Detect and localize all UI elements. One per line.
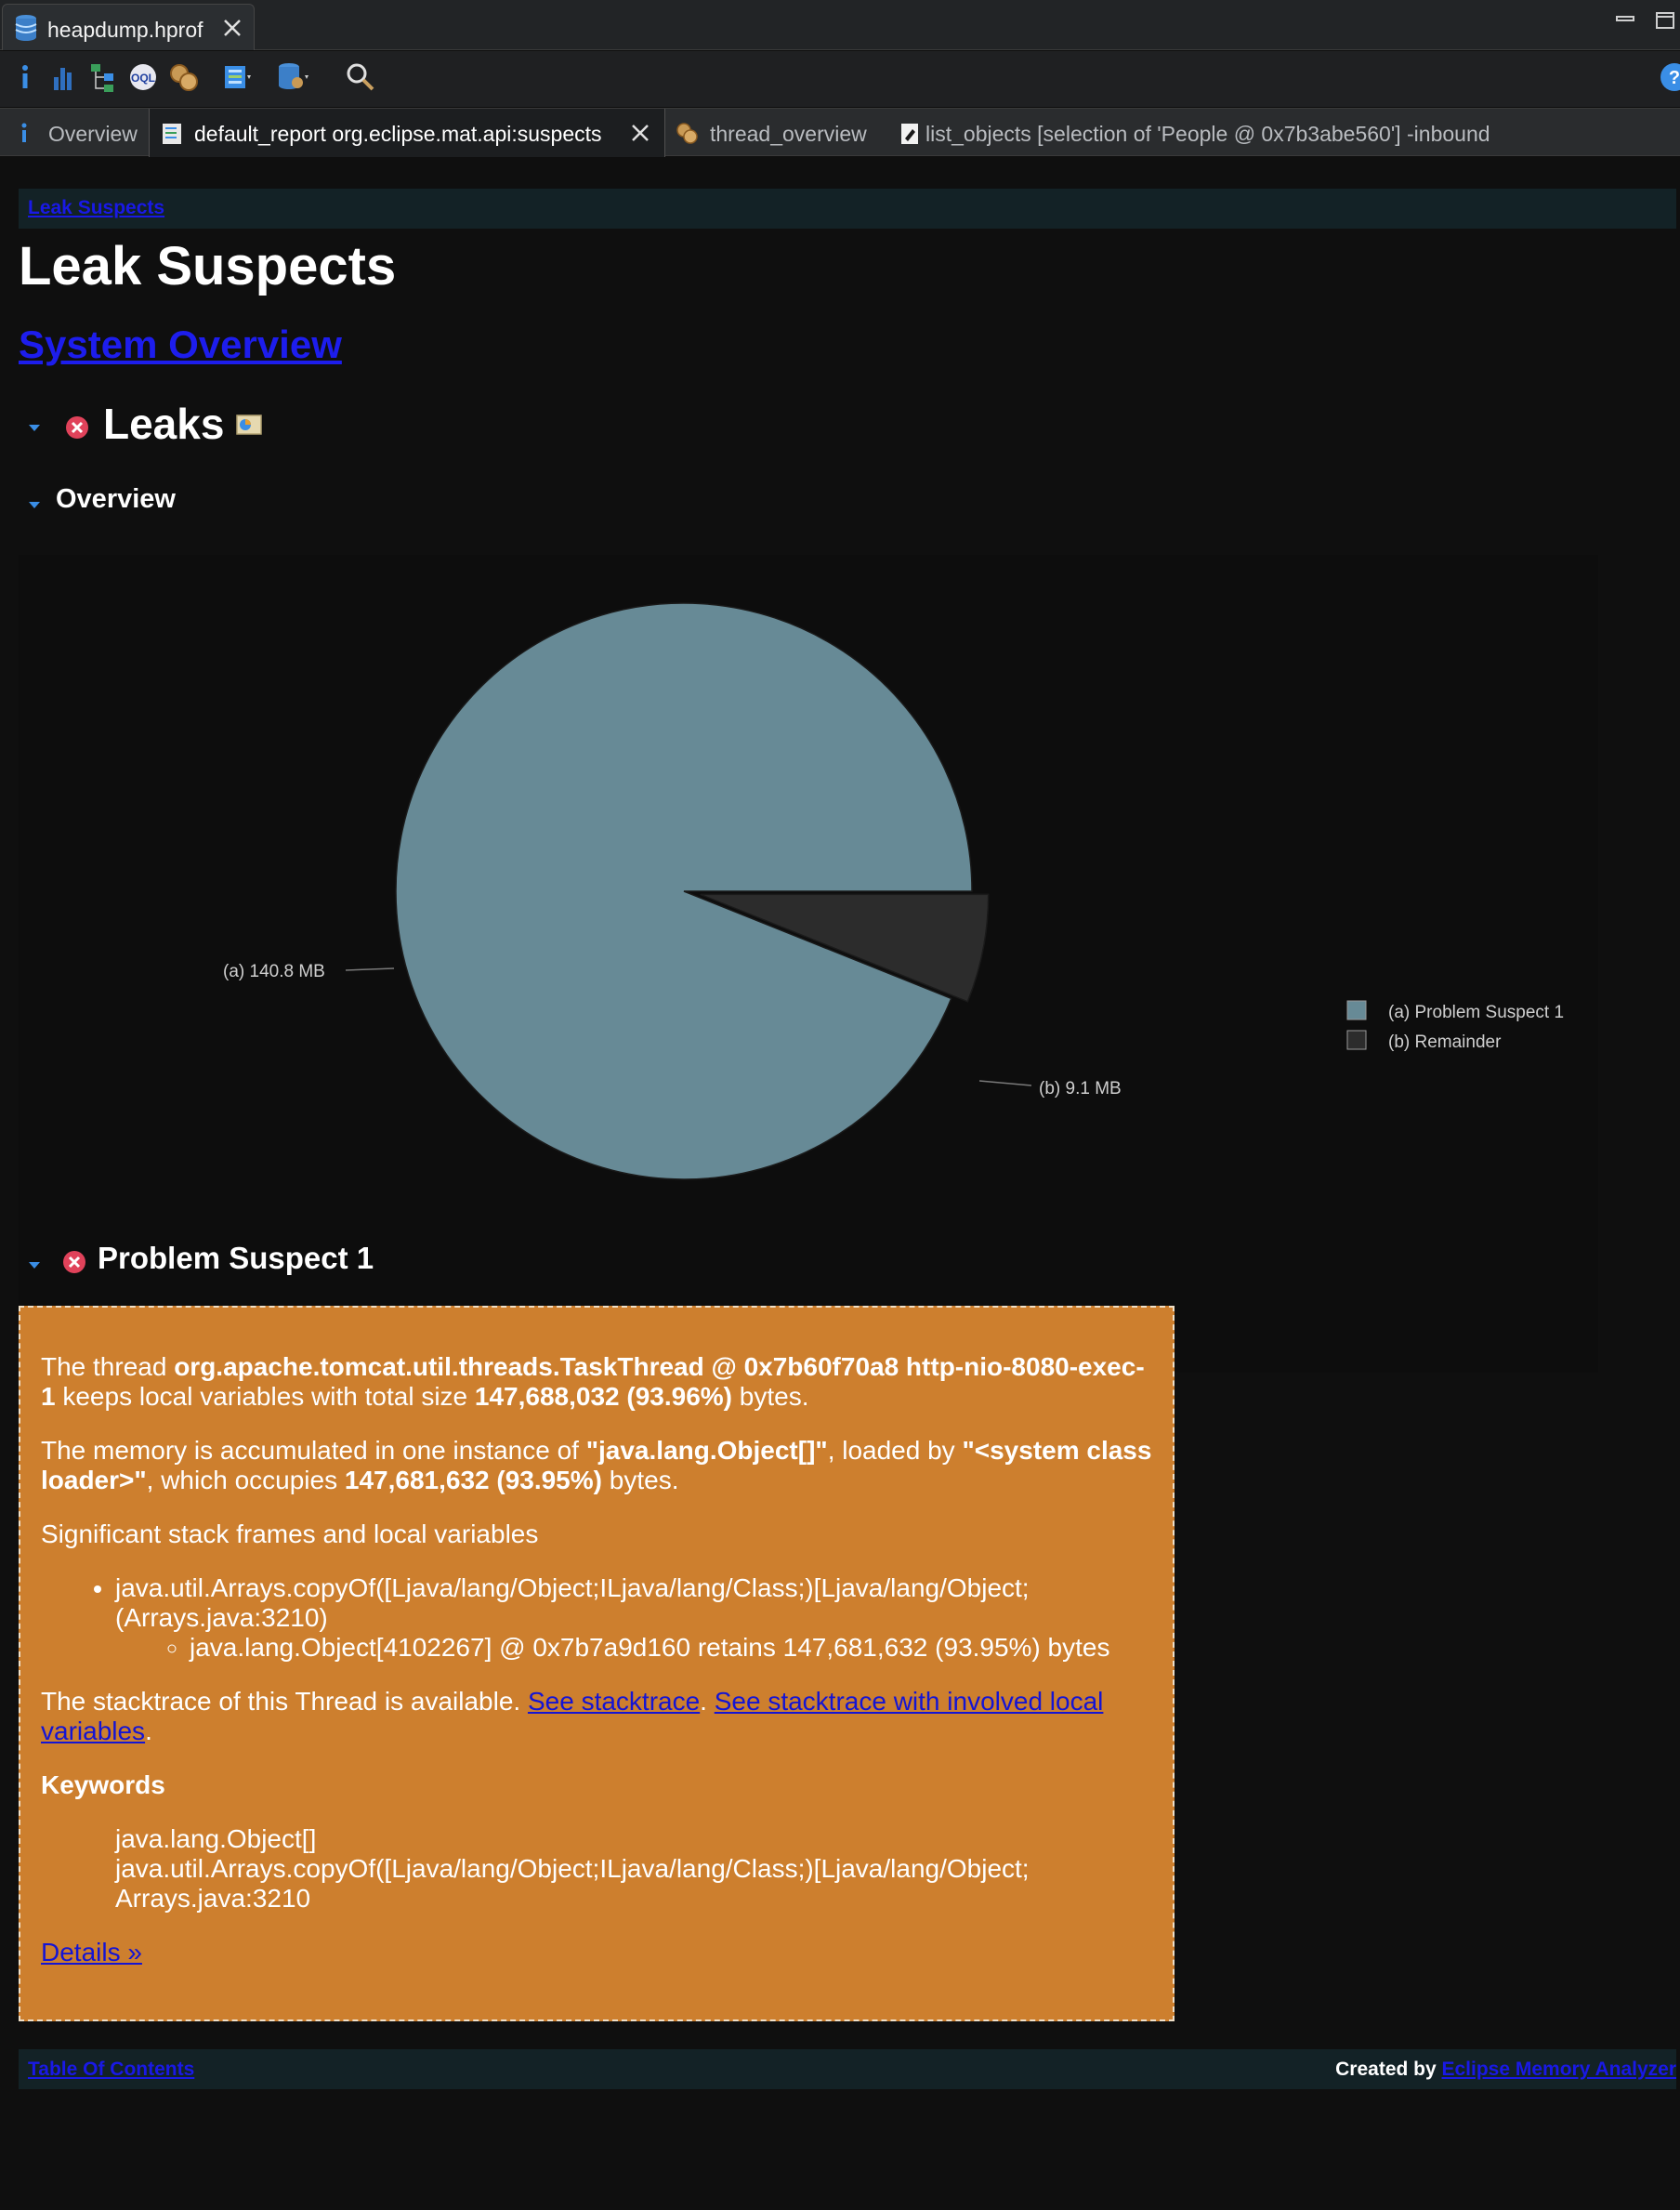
local-variables-list: java.lang.Object[4102267] @ 0x7b7a9d160 … [190, 1633, 1152, 1663]
histogram-icon[interactable] [48, 60, 82, 94]
details-link[interactable]: Details » [41, 1938, 142, 1967]
created-by-text: Created by [1335, 2059, 1442, 2080]
created-by: Created by Eclipse Memory Analyzer [1335, 2059, 1676, 2081]
leaks-heading: Leaks [103, 400, 225, 448]
breadcrumb-leak-suspects-link[interactable]: Leak Suspects [28, 197, 164, 219]
chevron-down-icon[interactable] [26, 1259, 43, 1270]
text: bytes. [732, 1382, 809, 1411]
close-icon[interactable] [629, 122, 651, 144]
suspect-memory-paragraph: The memory is accumulated in one instanc… [41, 1436, 1152, 1495]
chevron-down-icon[interactable] [26, 499, 43, 510]
page-title: Leak Suspects [19, 236, 397, 296]
list-item: java.util.Arrays.copyOf([Ljava/lang/Obje… [115, 1573, 1152, 1663]
keyword: Arrays.java:3210 [115, 1884, 311, 1913]
stacktrace-paragraph: The stacktrace of this Thread is availab… [41, 1687, 1152, 1746]
oql-icon[interactable]: OQL [126, 60, 160, 94]
keyword: java.util.Arrays.copyOf([Ljava/lang/Obje… [115, 1854, 1030, 1883]
toolbar: OQL ? [0, 51, 1680, 107]
report-icon [163, 124, 181, 144]
minimize-icon[interactable] [1615, 11, 1637, 30]
search-icon[interactable] [344, 60, 377, 94]
report-content: Leak Suspects Leak Suspects System Overv… [0, 157, 1680, 2210]
text: . [700, 1687, 715, 1716]
tab-overview[interactable]: Overview [0, 109, 149, 157]
report-footer: Table Of Contents Created by Eclipse Mem… [19, 2049, 1676, 2089]
svg-text:?: ? [1669, 68, 1680, 88]
query-browser-icon[interactable] [221, 60, 255, 94]
text: , loaded by [827, 1436, 963, 1465]
legend-entry: (a) Problem Suspect 1 [1388, 1003, 1564, 1022]
class-name: "java.lang.Object[]" [585, 1436, 828, 1465]
database-icon [15, 15, 37, 41]
list-objects-icon [901, 124, 918, 144]
instance-retained-size: 147,681,632 (93.95%) [344, 1466, 602, 1494]
thread-overview-icon [676, 123, 698, 144]
breadcrumb: Leak Suspects [19, 189, 1676, 229]
text: bytes. [601, 1466, 679, 1494]
error-icon [66, 416, 88, 439]
tab-overview-label: Overview [48, 122, 138, 146]
editor-tab-heapdump[interactable]: heapdump.hprof [2, 4, 255, 50]
text: The thread [41, 1352, 175, 1381]
legend-swatch [1346, 1000, 1367, 1020]
text: , which occupies [146, 1466, 345, 1494]
keywords-title: Keywords [41, 1770, 165, 1799]
heap-dump-overview-icon[interactable] [275, 60, 308, 94]
error-icon [63, 1251, 85, 1273]
tab-default-report-label: default_report org.eclipse.mat.api:suspe… [194, 122, 602, 146]
pie-slice-a[interactable] [395, 602, 973, 1180]
overview-heading: Overview [56, 484, 176, 514]
text: . [145, 1717, 152, 1745]
tab-list-objects-label: list_objects [selection of 'People @ 0x7… [925, 122, 1490, 146]
text: The memory is accumulated in one instanc… [41, 1436, 586, 1465]
stack-frames-list: java.util.Arrays.copyOf([Ljava/lang/Obje… [115, 1573, 1152, 1663]
legend-swatch [1346, 1030, 1367, 1050]
list-item: java.lang.Object[4102267] @ 0x7b7a9d160 … [190, 1633, 1152, 1663]
info-icon [21, 123, 27, 142]
thread-overview-icon[interactable] [167, 60, 201, 94]
editor-tab-label: heapdump.hprof [47, 18, 203, 42]
slice-label: (a) 140.8 MB [223, 962, 325, 981]
legend-entry: (b) Remainder [1388, 1033, 1502, 1052]
frames-title: Significant stack frames and local varia… [41, 1519, 539, 1548]
problem-suspect-heading: Problem Suspect 1 [98, 1241, 374, 1275]
tab-thread-overview[interactable]: thread_overview [665, 109, 888, 157]
maximize-icon[interactable] [1654, 11, 1676, 30]
system-overview-link[interactable]: System Overview [19, 322, 342, 367]
keywords-list: java.lang.Object[] java.util.Arrays.copy… [115, 1824, 1152, 1914]
report-tab-bar: Overview default_report org.eclipse.mat.… [0, 108, 1680, 157]
leader-line [345, 967, 395, 971]
tab-default-report[interactable]: default_report org.eclipse.mat.api:suspe… [149, 109, 665, 157]
tab-list-objects[interactable]: list_objects [selection of 'People @ 0x7… [888, 109, 1539, 157]
suspect-description-box: The thread org.apache.tomcat.util.thread… [19, 1306, 1175, 2021]
close-icon[interactable] [220, 16, 244, 40]
see-stacktrace-link[interactable]: See stacktrace [528, 1687, 700, 1716]
local-variable: java.lang.Object[4102267] @ 0x7b7a9d160 … [190, 1633, 1110, 1662]
eclipse-mat-link[interactable]: Eclipse Memory Analyzer [1442, 2059, 1677, 2080]
editor-tab-bar: heapdump.hprof [0, 0, 1680, 50]
tab-thread-overview-label: thread_overview [710, 122, 867, 146]
stack-frame: java.util.Arrays.copyOf([Ljava/lang/Obje… [115, 1573, 1030, 1632]
svg-text:OQL: OQL [131, 72, 155, 85]
info-icon[interactable] [11, 60, 45, 94]
chart-icon[interactable] [235, 413, 263, 437]
thread-retained-size: 147,688,032 (93.96%) [474, 1382, 733, 1411]
leader-line [978, 1080, 1032, 1086]
slice-label: (b) 9.1 MB [1039, 1079, 1122, 1098]
text: keeps local variables with total size [55, 1382, 475, 1411]
keyword: java.lang.Object[] [115, 1824, 317, 1853]
table-of-contents-link[interactable]: Table Of Contents [28, 2059, 194, 2081]
dominator-tree-icon[interactable] [87, 60, 121, 94]
suspect-thread-paragraph: The thread org.apache.tomcat.util.thread… [41, 1352, 1152, 1412]
text: The stacktrace of this Thread is availab… [41, 1687, 528, 1716]
help-icon[interactable]: ? [1658, 60, 1680, 94]
chevron-down-icon[interactable] [26, 422, 43, 433]
